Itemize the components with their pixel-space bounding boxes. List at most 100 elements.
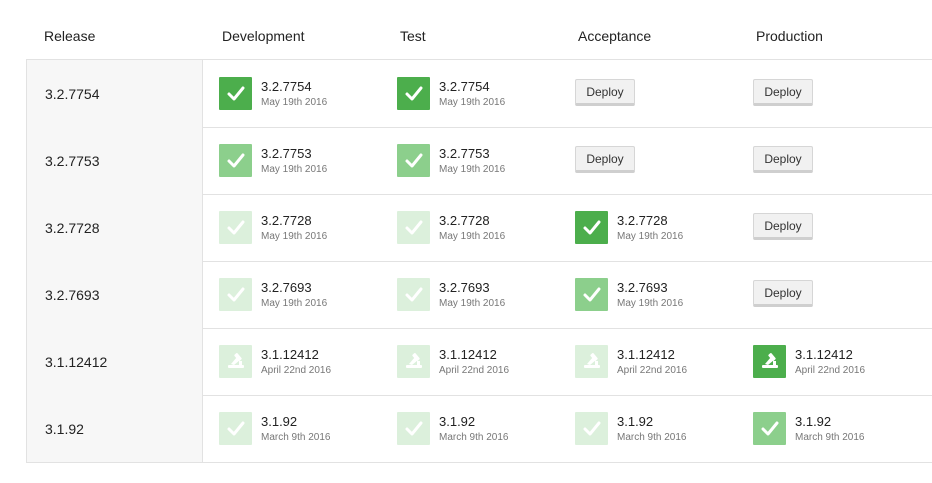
check-icon xyxy=(761,421,779,436)
status-badge[interactable] xyxy=(753,345,786,378)
build-version: 3.1.92 xyxy=(261,414,298,429)
build-version: 3.2.7753 xyxy=(439,146,490,161)
release-cell: 3.2.7754 xyxy=(26,60,203,127)
check-icon xyxy=(227,421,245,436)
build-version: 3.2.7728 xyxy=(261,213,312,228)
stage-cell-test: 3.1.92 March 9th 2016 xyxy=(397,395,575,462)
build-date: March 9th 2016 xyxy=(439,432,509,443)
build-date: May 19th 2016 xyxy=(261,298,328,309)
stage-cell-development: 3.2.7754 May 19th 2016 xyxy=(219,60,397,127)
status-badge[interactable] xyxy=(575,412,608,445)
build-version: 3.1.12412 xyxy=(617,347,675,362)
header-development: Development xyxy=(222,28,305,44)
status-badge[interactable] xyxy=(219,278,252,311)
release-cell: 3.1.12412 xyxy=(26,328,203,395)
stage-cell-acceptance: 3.2.7728 May 19th 2016 xyxy=(575,194,753,261)
build-version: 3.1.92 xyxy=(439,414,476,429)
build-date: May 19th 2016 xyxy=(439,298,506,309)
deployment-pipeline: Release Development Test Acceptance Prod… xyxy=(0,0,932,483)
build-version: 3.1.92 xyxy=(617,414,654,429)
status-badge[interactable] xyxy=(397,77,430,110)
deploy-button[interactable]: Deploy xyxy=(575,79,635,106)
status-badge[interactable] xyxy=(219,211,252,244)
release-version: 3.1.92 xyxy=(45,421,84,437)
deploy-button[interactable]: Deploy xyxy=(753,79,813,106)
stage-cell-development: 3.1.12412 April 22nd 2016 xyxy=(219,328,397,395)
deploy-button[interactable]: Deploy xyxy=(575,146,635,173)
check-icon xyxy=(405,421,423,436)
check-icon xyxy=(227,153,245,168)
stage-cell-production: 3.1.12412 April 22nd 2016 xyxy=(753,328,931,395)
build-version: 3.2.7693 xyxy=(439,280,490,295)
stage-cell-production: Deploy xyxy=(753,261,931,328)
status-badge[interactable] xyxy=(219,77,252,110)
build-date: May 19th 2016 xyxy=(439,164,506,175)
build-date: April 22nd 2016 xyxy=(795,365,866,376)
status-badge[interactable] xyxy=(575,278,608,311)
table-row: 3.2.7753 3.2.7753 May 19th 2016 3.2.7753 May… xyxy=(26,127,932,195)
check-icon xyxy=(227,86,245,101)
header-test: Test xyxy=(400,28,426,44)
deploy-button[interactable]: Deploy xyxy=(753,213,813,240)
stage-cell-acceptance: Deploy xyxy=(575,127,753,194)
table-row: 3.1.92 3.1.92 March 9th 2016 3.1.92 March 9t… xyxy=(26,395,932,463)
build-version: 3.2.7693 xyxy=(617,280,668,295)
build-date: April 22nd 2016 xyxy=(261,365,332,376)
release-version: 3.2.7728 xyxy=(45,220,100,236)
status-badge[interactable] xyxy=(397,412,430,445)
stage-cell-development: 3.1.92 March 9th 2016 xyxy=(219,395,397,462)
header-production: Production xyxy=(756,28,823,44)
stage-cell-test: 3.2.7753 May 19th 2016 xyxy=(397,127,575,194)
status-badge[interactable] xyxy=(219,412,252,445)
status-badge[interactable] xyxy=(397,211,430,244)
stage-cell-test: 3.1.12412 April 22nd 2016 xyxy=(397,328,575,395)
build-version: 3.2.7728 xyxy=(439,213,490,228)
stage-cell-test: 3.2.7693 May 19th 2016 xyxy=(397,261,575,328)
check-icon xyxy=(405,287,423,302)
status-badge[interactable] xyxy=(397,278,430,311)
header-release: Release xyxy=(44,28,96,44)
build-date: March 9th 2016 xyxy=(795,432,865,443)
status-badge[interactable] xyxy=(397,345,430,378)
build-version: 3.1.12412 xyxy=(795,347,853,362)
stage-cell-acceptance: 3.2.7693 May 19th 2016 xyxy=(575,261,753,328)
build-date: May 19th 2016 xyxy=(261,97,328,108)
stage-cell-test: 3.2.7754 May 19th 2016 xyxy=(397,60,575,127)
build-date: May 19th 2016 xyxy=(617,298,684,309)
hammer-icon xyxy=(406,353,422,368)
build-version: 3.2.7753 xyxy=(261,146,312,161)
build-version: 3.2.7728 xyxy=(617,213,668,228)
deploy-button[interactable]: Deploy xyxy=(753,280,813,307)
build-date: March 9th 2016 xyxy=(261,432,331,443)
stage-cell-production: Deploy xyxy=(753,60,931,127)
stage-cell-development: 3.2.7753 May 19th 2016 xyxy=(219,127,397,194)
status-badge[interactable] xyxy=(753,412,786,445)
build-version: 3.1.12412 xyxy=(439,347,497,362)
status-badge[interactable] xyxy=(575,211,608,244)
deploy-button[interactable]: Deploy xyxy=(753,146,813,173)
table-header: Release Development Test Acceptance Prod… xyxy=(0,0,932,60)
build-date: March 9th 2016 xyxy=(617,432,687,443)
hammer-icon xyxy=(228,353,244,368)
table-row: 3.2.7754 3.2.7754 May 19th 2016 3.2.7754 May… xyxy=(26,60,932,128)
status-badge[interactable] xyxy=(219,144,252,177)
stage-cell-acceptance: Deploy xyxy=(575,60,753,127)
table-row: 3.2.7693 3.2.7693 May 19th 2016 3.2.7693 May… xyxy=(26,261,932,329)
stage-cell-production: 3.1.92 March 9th 2016 xyxy=(753,395,931,462)
status-badge[interactable] xyxy=(397,144,430,177)
check-icon xyxy=(583,421,601,436)
check-icon xyxy=(405,153,423,168)
check-icon xyxy=(227,220,245,235)
hammer-icon xyxy=(762,353,778,368)
status-badge[interactable] xyxy=(575,345,608,378)
stage-cell-development: 3.2.7693 May 19th 2016 xyxy=(219,261,397,328)
build-version: 3.2.7754 xyxy=(261,79,312,94)
check-icon xyxy=(405,220,423,235)
check-icon xyxy=(405,86,423,101)
check-icon xyxy=(583,287,601,302)
status-badge[interactable] xyxy=(219,345,252,378)
release-version: 3.2.7754 xyxy=(45,86,100,102)
table-row: 3.2.7728 3.2.7728 May 19th 2016 3.2.7728 May… xyxy=(26,194,932,262)
release-table: 3.2.7754 3.2.7754 May 19th 2016 3.2.7754 May… xyxy=(26,59,932,463)
stage-cell-acceptance: 3.1.12412 April 22nd 2016 xyxy=(575,328,753,395)
